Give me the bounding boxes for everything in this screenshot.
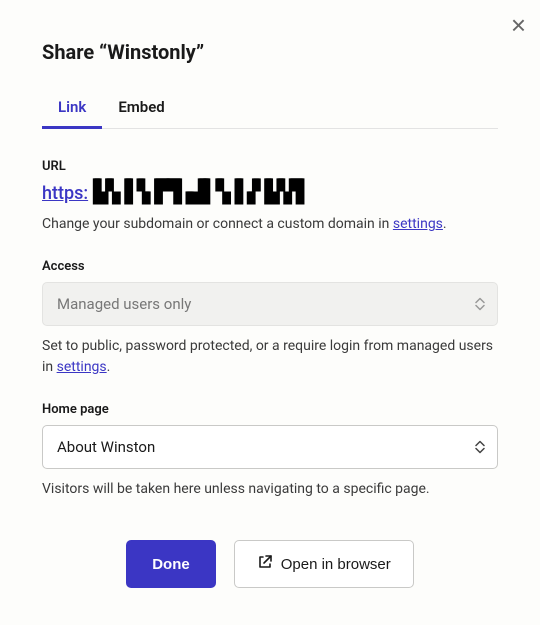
tabs: Link Embed xyxy=(42,90,498,129)
url-helper-post: . xyxy=(443,216,447,232)
url-label: URL xyxy=(42,159,498,174)
access-settings-link[interactable]: settings xyxy=(57,359,107,375)
home-label: Home page xyxy=(42,402,498,417)
select-chevrons-icon xyxy=(475,298,485,311)
home-helper: Visitors will be taken here unless navig… xyxy=(42,479,498,500)
home-page-value: About Winston xyxy=(57,438,155,456)
close-button[interactable]: × xyxy=(511,12,526,38)
url-helper: Change your subdomain or connect a custo… xyxy=(42,214,498,235)
access-label: Access xyxy=(42,259,498,274)
url-redacted: ▙▚▐▝▖▛▜▗▟▍▚▐▗▘▙▚▜ xyxy=(94,182,302,204)
open-in-browser-button[interactable]: Open in browser xyxy=(234,540,414,588)
dialog-footer: Done Open in browser xyxy=(42,540,498,588)
dialog-title: Share “Winstonly” xyxy=(42,40,498,64)
url-row: https: ▙▚▐▝▖▛▜▗▟▍▚▐▗▘▙▚▜ xyxy=(42,182,498,204)
access-select: Managed users only xyxy=(42,282,498,326)
access-value: Managed users only xyxy=(57,295,191,313)
access-helper: Set to public, password protected, or a … xyxy=(42,336,498,378)
share-dialog: Share “Winstonly” Link Embed URL https: … xyxy=(0,0,540,618)
access-helper-post: . xyxy=(107,359,111,375)
url-link[interactable]: https: xyxy=(42,183,88,204)
url-settings-link[interactable]: settings xyxy=(393,216,443,232)
home-page-select[interactable]: About Winston xyxy=(42,425,498,469)
open-external-icon xyxy=(257,554,273,574)
close-icon: × xyxy=(511,10,526,40)
url-helper-pre: Change your subdomain or connect a custo… xyxy=(42,216,393,232)
tab-embed[interactable]: Embed xyxy=(102,90,180,128)
tab-link[interactable]: Link xyxy=(42,90,102,128)
done-button[interactable]: Done xyxy=(126,540,216,588)
open-in-browser-label: Open in browser xyxy=(281,556,391,573)
select-chevrons-icon xyxy=(475,441,485,454)
